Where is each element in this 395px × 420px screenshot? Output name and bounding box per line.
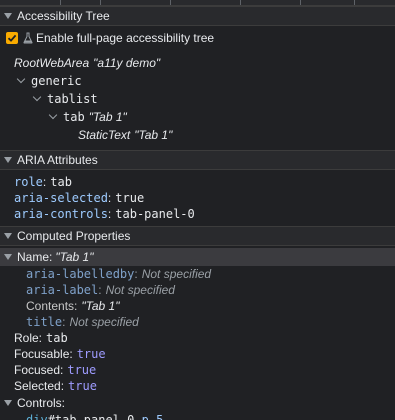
expand-chevron-icon[interactable]	[48, 110, 58, 120]
source-value: "Tab 1"	[81, 299, 120, 313]
section-title: Computed Properties	[17, 229, 131, 243]
experiment-flask-icon	[23, 32, 33, 44]
controls-target-link[interactable]: div #tab-panel-0 . p-5	[0, 411, 395, 420]
prop-value: tab	[46, 331, 68, 345]
tree-node-tablist[interactable]: tablist	[0, 90, 395, 108]
name-label: Name:	[17, 250, 53, 264]
accessibility-tree-header[interactable]: Accessibility Tree	[0, 6, 395, 26]
source-value: Not specified	[105, 283, 175, 297]
prop-key: Focusable:	[14, 347, 73, 361]
prop-key: Role:	[14, 331, 43, 345]
collapse-triangle-icon[interactable]	[4, 400, 12, 406]
expand-chevron-icon[interactable]	[16, 74, 26, 84]
computed-prop-row: Role: tab	[14, 330, 395, 346]
full-page-tree-checkbox[interactable]	[6, 32, 18, 44]
prop-value: true	[76, 347, 106, 361]
computed-prop-row: Selected: true	[14, 378, 395, 394]
collapse-triangle-icon	[4, 233, 12, 239]
attribute-key: aria-selected	[14, 191, 108, 205]
aria-attributes-header[interactable]: ARIA Attributes	[0, 150, 395, 170]
attribute-key: role	[14, 175, 43, 189]
attribute-value: tab	[50, 175, 72, 189]
tree-node-root[interactable]: RootWebArea "a11y demo"	[0, 54, 395, 72]
controls-label: Controls:	[17, 396, 66, 410]
source-value: Not specified	[69, 315, 139, 329]
computed-props-list: Role: tab Focusable: true Focused: true …	[0, 330, 395, 394]
collapse-triangle-icon[interactable]	[4, 254, 12, 260]
accessibility-pane: Accessibility Tree Enable full-page acce…	[0, 0, 395, 420]
node-role: RootWebArea	[14, 56, 90, 70]
node-role: tablist	[47, 92, 98, 106]
attribute-value: tab-panel-0	[115, 207, 195, 221]
node-role: generic	[31, 74, 82, 88]
tree-node-generic[interactable]: generic	[0, 72, 395, 90]
prop-value: true	[67, 363, 97, 377]
aria-attribute-row: role : tab	[14, 175, 72, 189]
full-page-tree-label: Enable full-page accessibility tree	[36, 31, 215, 45]
expand-chevron-icon[interactable]	[32, 92, 42, 102]
name-sources-list: aria-labelledby : Not specified aria-lab…	[0, 266, 395, 330]
collapse-triangle-icon	[4, 157, 12, 163]
name-value: "Tab 1"	[55, 250, 94, 264]
node-name: "a11y demo"	[93, 56, 161, 70]
aria-attribute-row: aria-selected : true	[14, 191, 145, 205]
attribute-key: aria-controls	[14, 207, 108, 221]
computed-name-row[interactable]: Name: "Tab 1"	[0, 248, 395, 266]
name-source-row: aria-labelledby : Not specified	[26, 267, 212, 281]
computed-properties-header[interactable]: Computed Properties	[0, 226, 395, 246]
prop-key: Selected:	[14, 379, 65, 393]
source-key: aria-labelledby	[26, 267, 135, 281]
prop-key: Focused:	[14, 363, 64, 377]
node-role: tab	[63, 110, 85, 124]
source-value: Not specified	[141, 267, 212, 281]
node-role: StaticText	[78, 128, 131, 142]
computed-prop-row: Focusable: true	[14, 346, 395, 362]
prop-value: true	[68, 379, 97, 393]
computed-prop-row: Focused: true	[14, 362, 395, 378]
aria-attributes-list: role : tab aria-selected : true aria-con…	[0, 170, 395, 226]
target-class: p-5	[141, 413, 164, 420]
section-title: Accessibility Tree	[17, 9, 110, 23]
top-toolbar-strip	[0, 0, 395, 6]
name-source-row: Contents: "Tab 1"	[26, 298, 395, 314]
name-source-row: aria-label : Not specified	[26, 283, 175, 297]
attribute-value: true	[115, 191, 145, 205]
source-key: Contents:	[26, 299, 78, 313]
accessibility-tree: RootWebArea "a11y demo" generic tablist …	[0, 50, 395, 150]
target-id: #tab-panel-0	[47, 413, 135, 420]
controls-row[interactable]: Controls:	[0, 395, 395, 411]
aria-attribute-row: aria-controls : tab-panel-0	[14, 207, 195, 221]
source-key: aria-label	[26, 283, 99, 297]
tree-node-tab[interactable]: tab "Tab 1"	[0, 108, 395, 126]
full-page-tree-toggle[interactable]: Enable full-page accessibility tree	[0, 26, 395, 50]
target-tag: div	[26, 413, 48, 420]
name-source-row: title : Not specified	[26, 315, 139, 329]
section-title: ARIA Attributes	[17, 153, 98, 167]
source-key: title	[26, 315, 63, 329]
tree-node-statictext[interactable]: StaticText "Tab 1"	[0, 126, 395, 144]
node-name: "Tab 1"	[134, 128, 173, 142]
node-name: "Tab 1"	[88, 110, 127, 124]
collapse-triangle-icon	[4, 13, 12, 19]
